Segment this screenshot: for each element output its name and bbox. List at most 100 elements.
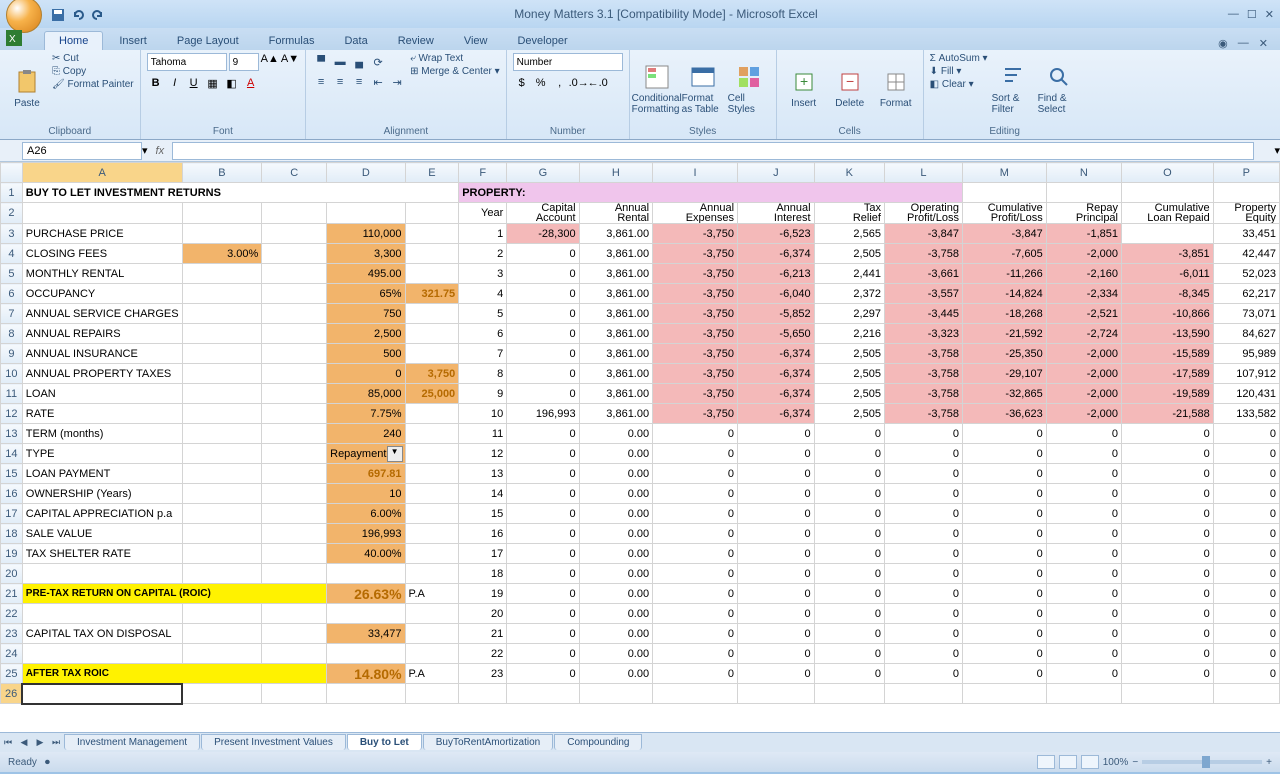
cell-C22[interactable] bbox=[262, 604, 327, 624]
tab-data[interactable]: Data bbox=[330, 32, 381, 50]
cell-N23[interactable]: 0 bbox=[1046, 624, 1121, 644]
copy-button[interactable]: ⎘ Copy bbox=[52, 66, 134, 77]
col-header-F[interactable]: F bbox=[459, 163, 507, 183]
cell-H5[interactable]: 3,861.00 bbox=[579, 264, 653, 284]
cell-I25[interactable]: 0 bbox=[653, 664, 738, 684]
cell-O21[interactable]: 0 bbox=[1122, 584, 1214, 604]
label-row-15[interactable]: LOAN PAYMENT bbox=[22, 464, 182, 484]
maximize-button[interactable]: ☐ bbox=[1247, 8, 1257, 21]
cell-B19[interactable] bbox=[182, 544, 262, 564]
row-header-21[interactable]: 21 bbox=[1, 584, 23, 604]
cell-O14[interactable]: 0 bbox=[1122, 444, 1214, 464]
cell-I8[interactable]: -3,750 bbox=[653, 324, 738, 344]
cell-K25[interactable]: 0 bbox=[814, 664, 884, 684]
cell-H13[interactable]: 0.00 bbox=[579, 424, 653, 444]
cell-C19[interactable] bbox=[262, 544, 327, 564]
cell-L11[interactable]: -3,758 bbox=[884, 384, 962, 404]
cell-L20[interactable]: 0 bbox=[884, 564, 962, 584]
cell-D24[interactable] bbox=[327, 644, 405, 664]
cell-P4[interactable]: 42,447 bbox=[1213, 244, 1279, 264]
cell-N17[interactable]: 0 bbox=[1046, 504, 1121, 524]
cell-O18[interactable]: 0 bbox=[1122, 524, 1214, 544]
decrease-decimal-icon[interactable]: ←.0 bbox=[589, 74, 607, 92]
cell-O11[interactable]: -19,589 bbox=[1122, 384, 1214, 404]
cell-N21[interactable]: 0 bbox=[1046, 584, 1121, 604]
cell-M10[interactable]: -29,107 bbox=[962, 364, 1046, 384]
cell-N11[interactable]: -2,000 bbox=[1046, 384, 1121, 404]
cell-O22[interactable]: 0 bbox=[1122, 604, 1214, 624]
cell-M5[interactable]: -11,266 bbox=[962, 264, 1046, 284]
cell-B23[interactable] bbox=[182, 624, 262, 644]
cell-I21[interactable]: 0 bbox=[653, 584, 738, 604]
cell-E23[interactable] bbox=[405, 624, 459, 644]
cell-I20[interactable]: 0 bbox=[653, 564, 738, 584]
cell-O5[interactable]: -6,011 bbox=[1122, 264, 1214, 284]
cell-D13[interactable]: 240 bbox=[327, 424, 405, 444]
cell-J25[interactable]: 0 bbox=[738, 664, 815, 684]
cell-F15[interactable]: 13 bbox=[459, 464, 507, 484]
cell-O8[interactable]: -13,590 bbox=[1122, 324, 1214, 344]
cell-G9[interactable]: 0 bbox=[507, 344, 579, 364]
cell-C23[interactable] bbox=[262, 624, 327, 644]
cell-D19[interactable]: 40.00% bbox=[327, 544, 405, 564]
wrap-text-button[interactable]: ⤶ Wrap Text bbox=[410, 53, 500, 64]
cell-J19[interactable]: 0 bbox=[738, 544, 815, 564]
col-header-B[interactable]: B bbox=[182, 163, 262, 183]
cell-D16[interactable]: 10 bbox=[327, 484, 405, 504]
cell-C24[interactable] bbox=[262, 644, 327, 664]
row-header-11[interactable]: 11 bbox=[1, 384, 23, 404]
row-header-22[interactable]: 22 bbox=[1, 604, 23, 624]
tab-insert[interactable]: Insert bbox=[105, 32, 161, 50]
cell-K13[interactable]: 0 bbox=[814, 424, 884, 444]
cell-G22[interactable]: 0 bbox=[507, 604, 579, 624]
comma-icon[interactable]: , bbox=[551, 74, 569, 92]
font-name-input[interactable] bbox=[147, 53, 227, 71]
paste-button[interactable]: Paste bbox=[6, 53, 48, 124]
cell-K24[interactable]: 0 bbox=[814, 644, 884, 664]
cell-L24[interactable]: 0 bbox=[884, 644, 962, 664]
zoom-in-button[interactable]: + bbox=[1266, 757, 1272, 768]
cell-P9[interactable]: 95,989 bbox=[1213, 344, 1279, 364]
align-bottom-icon[interactable]: ▄ bbox=[350, 53, 368, 71]
tab-review[interactable]: Review bbox=[384, 32, 448, 50]
view-break-button[interactable] bbox=[1081, 755, 1099, 769]
cell-K16[interactable]: 0 bbox=[814, 484, 884, 504]
sheet-tab-buy-to-let[interactable]: Buy to Let bbox=[347, 734, 422, 750]
number-format-select[interactable] bbox=[513, 53, 623, 71]
cell-K12[interactable]: 2,505 bbox=[814, 404, 884, 424]
cell-J24[interactable]: 0 bbox=[738, 644, 815, 664]
cell-L21[interactable]: 0 bbox=[884, 584, 962, 604]
cell-P12[interactable]: 133,582 bbox=[1213, 404, 1279, 424]
cell-B11[interactable] bbox=[182, 384, 262, 404]
cell-M21[interactable]: 0 bbox=[962, 584, 1046, 604]
cell-E4[interactable] bbox=[405, 244, 459, 264]
label-row-23[interactable]: CAPITAL TAX ON DISPOSAL bbox=[22, 624, 182, 644]
cell-N14[interactable]: 0 bbox=[1046, 444, 1121, 464]
cell-J3[interactable]: -6,523 bbox=[738, 224, 815, 244]
cell-E3[interactable] bbox=[405, 224, 459, 244]
cell-J5[interactable]: -6,213 bbox=[738, 264, 815, 284]
cell-M14[interactable]: 0 bbox=[962, 444, 1046, 464]
cell-B17[interactable] bbox=[182, 504, 262, 524]
cell-L5[interactable]: -3,661 bbox=[884, 264, 962, 284]
col-header-A[interactable]: A bbox=[22, 163, 182, 183]
cell-G25[interactable]: 0 bbox=[507, 664, 579, 684]
indent-dec-icon[interactable]: ⇤ bbox=[369, 73, 387, 91]
cell-F5[interactable]: 3 bbox=[459, 264, 507, 284]
cell-P22[interactable]: 0 bbox=[1213, 604, 1279, 624]
cell-B18[interactable] bbox=[182, 524, 262, 544]
cell-G19[interactable]: 0 bbox=[507, 544, 579, 564]
cell-K11[interactable]: 2,505 bbox=[814, 384, 884, 404]
tab-home[interactable]: Home bbox=[44, 31, 103, 50]
cell-H21[interactable]: 0.00 bbox=[579, 584, 653, 604]
cell-H12[interactable]: 3,861.00 bbox=[579, 404, 653, 424]
cell-C11[interactable] bbox=[262, 384, 327, 404]
cell-P24[interactable]: 0 bbox=[1213, 644, 1279, 664]
tab-view[interactable]: View bbox=[450, 32, 502, 50]
cell-C9[interactable] bbox=[262, 344, 327, 364]
select-all-cell[interactable] bbox=[1, 163, 23, 183]
row-header-2[interactable]: 2 bbox=[1, 203, 23, 224]
cell-J14[interactable]: 0 bbox=[738, 444, 815, 464]
cell-L12[interactable]: -3,758 bbox=[884, 404, 962, 424]
cell-P17[interactable]: 0 bbox=[1213, 504, 1279, 524]
